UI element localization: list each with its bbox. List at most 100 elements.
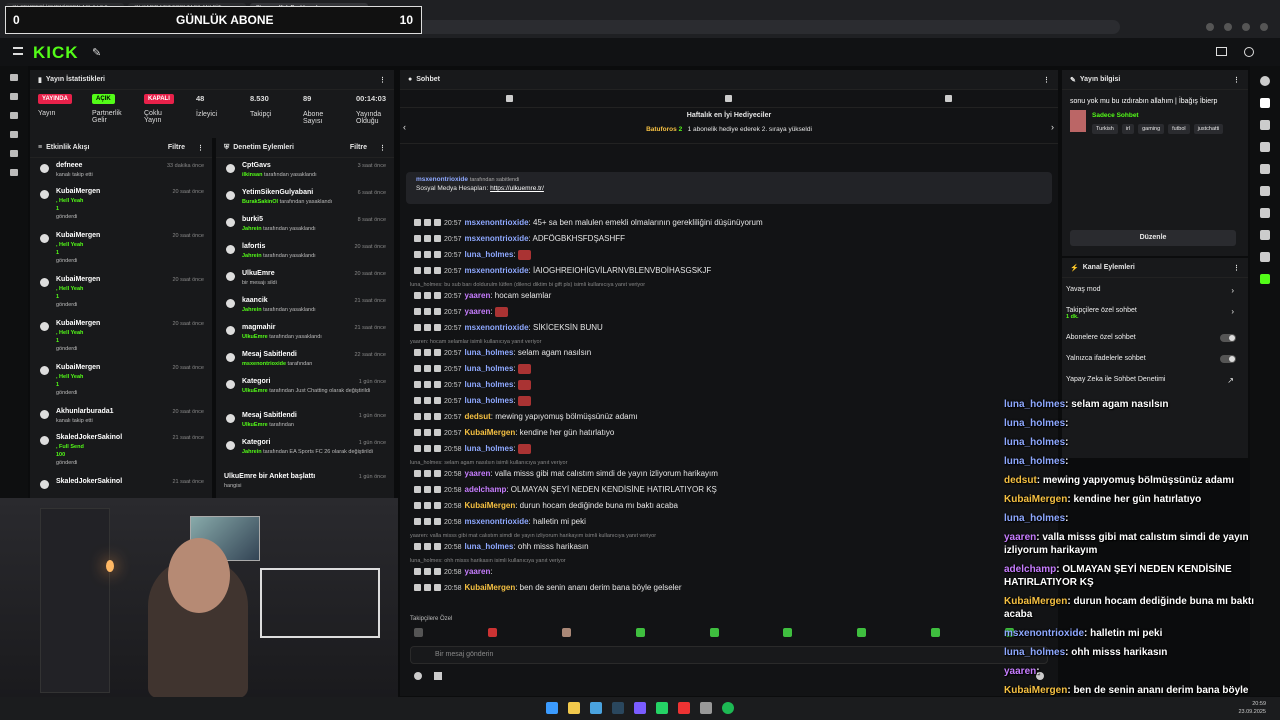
pin-icon[interactable]	[414, 518, 421, 526]
bubble-icon[interactable]	[725, 95, 733, 102]
plugin-icon[interactable]	[1260, 274, 1270, 284]
pin-icon[interactable]	[414, 251, 421, 259]
message-user[interactable]: msxenontrioxide	[465, 234, 529, 243]
pin-icon[interactable]	[414, 445, 421, 453]
pin-icon[interactable]	[414, 470, 421, 478]
message-user[interactable]: dedsut	[465, 412, 491, 421]
tag[interactable]: justchatti	[1193, 124, 1224, 134]
mod-item[interactable]: lafortis 20 saat önce Jahrein tarafından y…	[216, 239, 394, 266]
delete-icon[interactable]	[434, 381, 441, 389]
discord-icon[interactable]	[634, 702, 646, 714]
message-icon[interactable]	[1260, 186, 1270, 196]
chat-message[interactable]: 20:57 luna_holmes:	[400, 393, 1058, 409]
emote-icon[interactable]	[931, 628, 941, 637]
timeout-icon[interactable]	[424, 502, 431, 510]
pin-icon[interactable]	[414, 486, 421, 494]
emote-icon[interactable]	[414, 628, 423, 637]
delete-icon[interactable]	[434, 568, 441, 576]
delete-icon[interactable]	[434, 251, 441, 259]
category-name[interactable]: Sadece Sohbet	[1092, 112, 1139, 119]
wrench-icon[interactable]	[1260, 230, 1270, 240]
delete-icon[interactable]	[434, 445, 441, 453]
app-icon[interactable]	[700, 702, 712, 714]
ai-moderation-action[interactable]: Yapay Zeka ile Sohbet Denetimi ↗	[1062, 368, 1248, 389]
message-user[interactable]: yaaren	[465, 307, 491, 316]
edit-icon[interactable]	[1260, 98, 1270, 108]
gift-icon[interactable]	[1260, 208, 1270, 218]
pin-icon[interactable]	[414, 429, 421, 437]
trash-icon[interactable]	[506, 95, 514, 102]
tag[interactable]: Turkish	[1092, 124, 1118, 134]
calendar-icon[interactable]	[434, 672, 442, 680]
emote-icon[interactable]	[783, 628, 793, 637]
settings-icon[interactable]	[10, 169, 18, 176]
gift-user[interactable]: Batuforos	[646, 126, 677, 133]
chat-message[interactable]: 20:58 luna_holmes: ohh misss harikasın	[400, 539, 1058, 555]
message-user[interactable]: luna_holmes	[465, 444, 514, 453]
timeout-icon[interactable]	[424, 518, 431, 526]
chat-message[interactable]: 20:57 msxenontrioxide: 45+ sa ben malulen…	[400, 215, 1058, 231]
windows-start-icon[interactable]	[546, 702, 558, 714]
emote-icon[interactable]	[487, 628, 497, 637]
whatsapp-icon[interactable]	[656, 702, 668, 714]
message-user[interactable]: msxenontrioxide	[465, 323, 529, 332]
pin-icon[interactable]	[414, 502, 421, 510]
message-user[interactable]: yaaren	[465, 291, 491, 300]
feed-item[interactable]: SkaledJokerSakinol 21 saat önce, Full Sen…	[30, 430, 212, 474]
message-user[interactable]: yaaren	[465, 567, 491, 576]
delete-icon[interactable]	[434, 584, 441, 592]
mod-item[interactable]: burki5 8 saat önce Jahrein tarafından yasa…	[216, 212, 394, 239]
feed-item[interactable]: Akhunlarburada1 20 saat önce kanalı takip …	[30, 404, 212, 430]
pinned-link[interactable]: https://ulkuemre.tr/	[490, 185, 544, 192]
tag[interactable]: irl	[1121, 124, 1135, 134]
message-user[interactable]: adelchamp	[465, 485, 507, 494]
chat-message[interactable]: 20:58 luna_holmes:	[400, 441, 1058, 457]
bolt-icon[interactable]	[1260, 142, 1270, 152]
mod-item[interactable]: UlkuEmre 20 saat önce bir mesajı sildi	[216, 266, 394, 293]
timeout-icon[interactable]	[424, 413, 431, 421]
spotify-icon[interactable]	[722, 702, 734, 714]
pin-icon[interactable]	[414, 568, 421, 576]
delete-icon[interactable]	[434, 219, 441, 227]
message-user[interactable]: msxenontrioxide	[465, 266, 529, 275]
feed-filter-button[interactable]: Filtre	[168, 144, 185, 151]
chevron-right-icon[interactable]: ›	[1051, 122, 1054, 132]
mod-item[interactable]: kaancik 21 saat önce Jahrein tarafından ya…	[216, 293, 394, 320]
delete-icon[interactable]	[434, 397, 441, 405]
emote-icon[interactable]	[857, 628, 867, 637]
hamburger-icon[interactable]	[13, 47, 23, 55]
timeout-icon[interactable]	[424, 308, 431, 316]
timeout-icon[interactable]	[424, 235, 431, 243]
more-icon[interactable]: ⋮	[379, 144, 386, 152]
pin-icon[interactable]	[414, 413, 421, 421]
chat-message[interactable]: 20:58 KubaiMergen: durun hocam dediğinde …	[400, 498, 1058, 514]
chat-message[interactable]: 20:58 msxenontrioxide: halletin mi peki	[400, 514, 1058, 530]
timeout-icon[interactable]	[424, 584, 431, 592]
chat-message[interactable]: 20:57 dedsut: mewing yapıyomuş bölmüşsünü…	[400, 409, 1058, 425]
mod-filter-button[interactable]: Filtre	[350, 144, 367, 151]
folder-icon[interactable]	[568, 702, 580, 714]
delete-icon[interactable]	[434, 308, 441, 316]
profile-icon[interactable]	[1242, 23, 1250, 31]
edit-button[interactable]: Düzenle	[1070, 230, 1236, 246]
message-user[interactable]: yaaren	[465, 469, 491, 478]
feed-item[interactable]: KubaiMergen 20 saat önce, Hell Yeah 1 gönde…	[30, 360, 212, 404]
delete-icon[interactable]	[434, 235, 441, 243]
timeout-icon[interactable]	[424, 568, 431, 576]
timeout-icon[interactable]	[424, 486, 431, 494]
chat-input[interactable]: Bir mesaj gönderin	[410, 646, 1048, 664]
pin-icon[interactable]	[414, 324, 421, 332]
chat-message[interactable]: 20:57 luna_holmes: selam agam nasılsın	[400, 345, 1058, 361]
mod-item[interactable]: YetimSikenGulyabani 6 saat önce BurakSakin…	[216, 185, 394, 212]
delete-icon[interactable]	[434, 486, 441, 494]
slow-mode-action[interactable]: Yavaş mod ›	[1062, 278, 1248, 299]
share-icon[interactable]	[1260, 252, 1270, 262]
pin-icon[interactable]	[414, 584, 421, 592]
more-icon[interactable]: ⋮	[1233, 264, 1240, 272]
steam-icon[interactable]	[612, 702, 624, 714]
feed-item[interactable]: KubaiMergen 20 saat önce, Hell Yeah 1 gönde…	[30, 272, 212, 316]
chat-message[interactable]: 20:57 msxenontrioxide: SİKİCEKSİN BUNU	[400, 320, 1058, 336]
mod-item[interactable]: Kategori 1 gün önce UlkuEmre tarafından Ju…	[216, 374, 394, 408]
chat-message[interactable]: 20:57 yaaren: hocam selamlar	[400, 288, 1058, 304]
feed-item[interactable]: KubaiMergen 20 saat önce, Hell Yeah 1 gönde…	[30, 228, 212, 272]
